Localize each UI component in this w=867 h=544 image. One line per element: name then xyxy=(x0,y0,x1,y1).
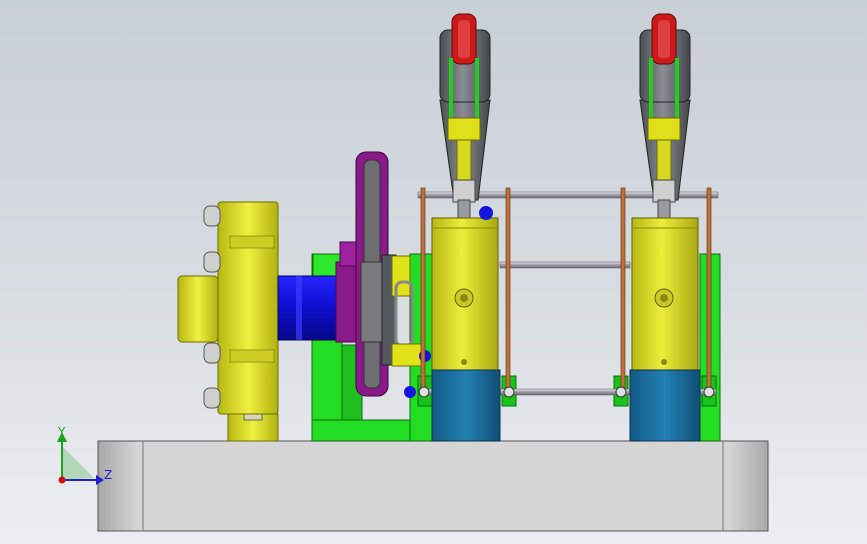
x-axis-point-icon xyxy=(58,476,66,484)
output-flange xyxy=(177,201,279,442)
flywheel xyxy=(355,151,397,397)
cad-viewport[interactable]: Y Z xyxy=(0,0,867,544)
cylinder-2 xyxy=(629,13,701,442)
y-axis-label: Y xyxy=(57,425,66,439)
base-plate xyxy=(97,440,769,532)
cylinder-1 xyxy=(431,13,501,442)
z-axis-label: Z xyxy=(104,468,112,482)
engine-assembly-model: Y Z xyxy=(57,13,769,532)
